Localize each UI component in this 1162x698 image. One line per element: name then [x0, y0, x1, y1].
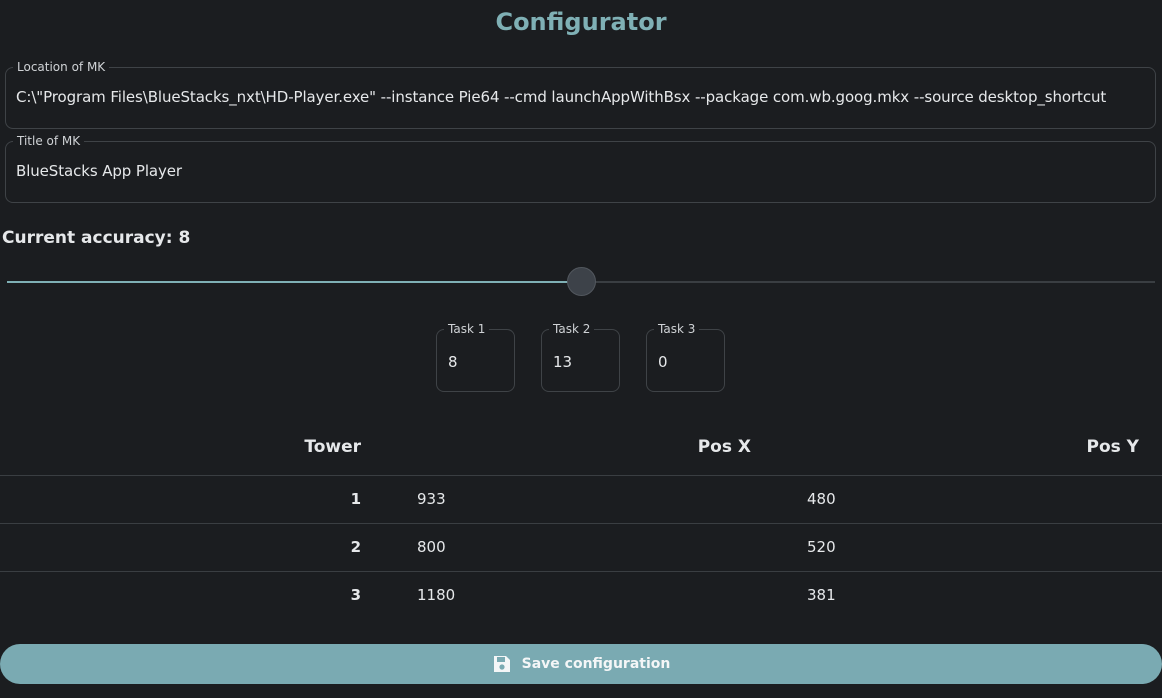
- column-header-pos-x: Pos X: [697, 437, 751, 457]
- table-cell-tower: 1: [350, 490, 361, 508]
- table-cell-pos-y: 381: [807, 586, 836, 604]
- table-cell-tower: 2: [350, 538, 361, 556]
- title-field[interactable]: Title of MK BlueStacks App Player: [5, 134, 1156, 203]
- save-configuration-button[interactable]: Save configuration: [0, 644, 1162, 684]
- task-3-label: Task 3: [654, 322, 700, 336]
- table-divider: [0, 475, 1162, 476]
- location-input[interactable]: C:\"Program Files\BlueStacks_nxt\HD-Play…: [16, 88, 1106, 106]
- column-header-tower: Tower: [304, 437, 361, 457]
- table-cell-pos-x: 1180: [417, 586, 456, 604]
- accuracy-slider-thumb[interactable]: [567, 267, 596, 296]
- column-header-pos-y: Pos Y: [1086, 437, 1140, 457]
- table-divider: [0, 571, 1162, 572]
- title-field-label: Title of MK: [13, 134, 85, 148]
- table-cell-pos-y: 480: [807, 490, 836, 508]
- task-2-field[interactable]: Task 2 13: [541, 322, 620, 392]
- table-cell-pos-x: 933: [417, 490, 446, 508]
- task-3-field[interactable]: Task 3 0: [646, 322, 725, 392]
- task-1-input[interactable]: 8: [448, 353, 458, 371]
- page-title: Configurator: [495, 8, 667, 36]
- title-input[interactable]: BlueStacks App Player: [16, 162, 182, 180]
- task-2-input[interactable]: 13: [553, 353, 572, 371]
- task-1-label: Task 1: [444, 322, 490, 336]
- task-2-label: Task 2: [549, 322, 595, 336]
- location-field-label: Location of MK: [13, 60, 110, 74]
- accuracy-slider-fill: [7, 281, 581, 283]
- task-1-field[interactable]: Task 1 8: [436, 322, 515, 392]
- table-cell-pos-x: 800: [417, 538, 446, 556]
- accuracy-label: Current accuracy: 8: [2, 228, 191, 248]
- table-divider: [0, 523, 1162, 524]
- table-cell-pos-y: 520: [807, 538, 836, 556]
- location-field[interactable]: Location of MK C:\"Program Files\BlueSta…: [5, 60, 1156, 129]
- table-cell-tower: 3: [350, 586, 361, 604]
- save-configuration-label: Save configuration: [521, 656, 671, 672]
- floppy-disk-icon: [493, 656, 510, 672]
- task-3-input[interactable]: 0: [658, 353, 668, 371]
